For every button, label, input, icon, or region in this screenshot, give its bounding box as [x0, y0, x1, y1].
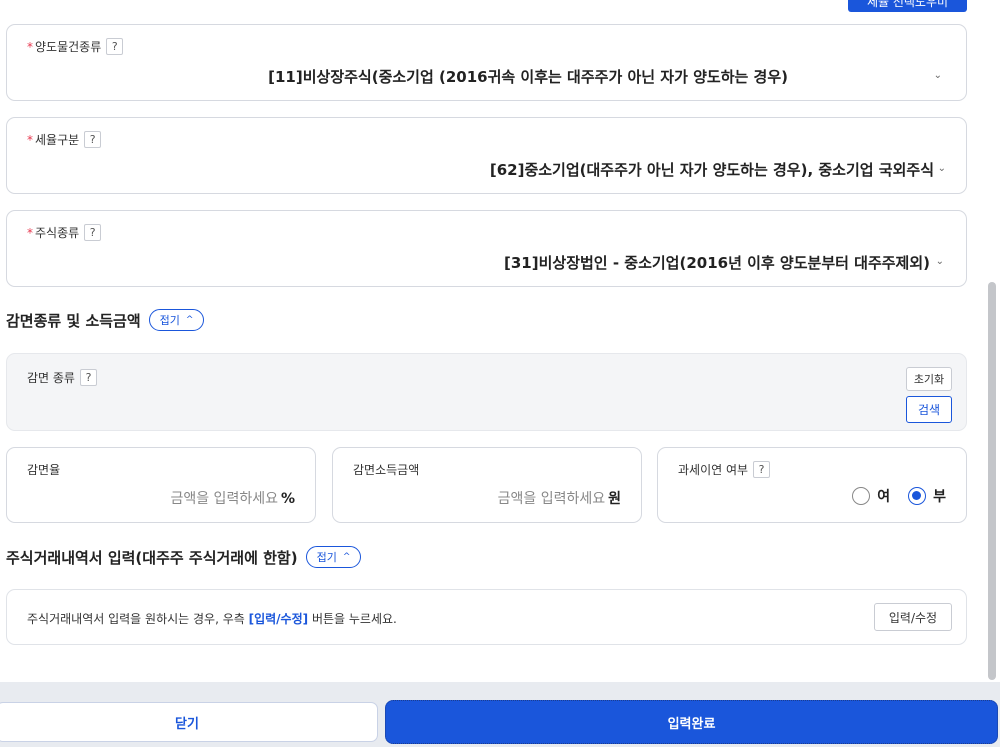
- exemption-rate-input[interactable]: 금액을 입력하세요%: [170, 488, 295, 508]
- exemption-collapse-toggle[interactable]: 접기 ^: [148, 309, 205, 331]
- chevron-up-icon: ^: [342, 552, 351, 562]
- required-mark: *: [27, 225, 33, 240]
- exemption-rate-label: 감면율: [27, 463, 61, 477]
- trade-info-panel: 주식거래내역서 입력을 원하시는 경우, 우측 [입력/수정] 버튼을 누르세요…: [6, 589, 967, 645]
- stock-type-label: * 주식종류 ?: [27, 224, 102, 241]
- chevron-down-icon: ⌄: [937, 163, 946, 174]
- required-mark: *: [27, 132, 33, 147]
- tax-rate-class-select[interactable]: * 세율구분 ? [62]중소기업(대주주가 아닌 자가 양도하는 경우), 중…: [6, 117, 967, 194]
- chevron-down-icon: ⌄: [933, 70, 942, 81]
- radio-yes[interactable]: [852, 487, 871, 505]
- transfer-type-value: [11]비상장주식(중소기업 (2016귀속 이후는 대주주가 아닌 자가 양도…: [268, 68, 788, 86]
- radio-yes-label: 여: [877, 489, 891, 505]
- trade-info-text: 주식거래내역서 입력을 원하시는 경우, 우측 [입력/수정] 버튼을 누르세요…: [27, 612, 397, 626]
- close-button[interactable]: 닫기: [0, 702, 378, 742]
- required-mark: *: [27, 39, 33, 54]
- help-icon[interactable]: ?: [84, 131, 102, 148]
- help-icon[interactable]: ?: [753, 461, 771, 478]
- percent-unit: %: [280, 491, 295, 507]
- exemption-income-label: 감면소득금액: [353, 463, 420, 477]
- won-unit: 원: [608, 491, 621, 507]
- submit-button-label: 입력완료: [388, 703, 995, 741]
- help-icon[interactable]: ?: [106, 38, 124, 55]
- tax-deferral-radio-group: 여 부: [852, 486, 946, 506]
- scrollbar-thumb[interactable]: [988, 282, 996, 680]
- trade-collapse-toggle[interactable]: 접기 ^: [305, 546, 362, 568]
- radio-no-label: 부: [933, 489, 946, 505]
- help-icon[interactable]: ?: [79, 369, 97, 386]
- help-icon[interactable]: ?: [84, 224, 102, 241]
- exemption-type-panel: 감면 종류 ? 초기화 검색: [6, 353, 967, 431]
- exemption-income-input[interactable]: 금액을 입력하세요 원: [498, 488, 621, 508]
- trade-section-title: 주식거래내역서 입력(대주주 주식거래에 한함) 접기 ^: [6, 546, 362, 568]
- transfer-type-label: * 양도물건종류 ?: [27, 38, 124, 55]
- chevron-down-icon: ⌄: [935, 256, 944, 267]
- chevron-up-icon: ^: [185, 315, 194, 325]
- tax-rate-class-label: * 세율구분 ?: [27, 131, 102, 148]
- exemption-section-title: 감면종류 및 소득금액 접기 ^: [6, 309, 205, 331]
- exemption-rate-field[interactable]: 감면율 금액을 입력하세요%: [6, 447, 316, 523]
- tax-deferral-field: 과세이연 여부 ? 여 부: [657, 447, 967, 523]
- radio-no[interactable]: [908, 487, 927, 505]
- exemption-type-label: 감면 종류 ?: [27, 369, 97, 386]
- edit-button[interactable]: 입력/수정: [874, 603, 952, 631]
- exemption-income-field[interactable]: 감면소득금액 금액을 입력하세요 원: [332, 447, 642, 523]
- tax-deferral-label: 과세이연 여부 ?: [678, 461, 771, 478]
- tax-rate-class-value: [62]중소기업(대주주가 아닌 자가 양도하는 경우), 중소기업 국외주식: [489, 161, 934, 179]
- reset-button[interactable]: 초기화: [906, 367, 952, 391]
- stock-type-value: [31]비상장법인 - 중소기업(2016년 이후 양도분부터 대주주제외): [504, 254, 930, 272]
- submit-button[interactable]: 입력완료: [385, 700, 998, 744]
- tax-rate-helper-button[interactable]: 세율 선택도우미: [848, 0, 967, 12]
- stock-type-select[interactable]: * 주식종류 ? [31]비상장법인 - 중소기업(2016년 이후 양도분부터…: [6, 210, 967, 287]
- transfer-type-select[interactable]: * 양도물건종류 ? [11]비상장주식(중소기업 (2016귀속 이후는 대주…: [6, 24, 967, 101]
- search-button[interactable]: 검색: [906, 396, 952, 423]
